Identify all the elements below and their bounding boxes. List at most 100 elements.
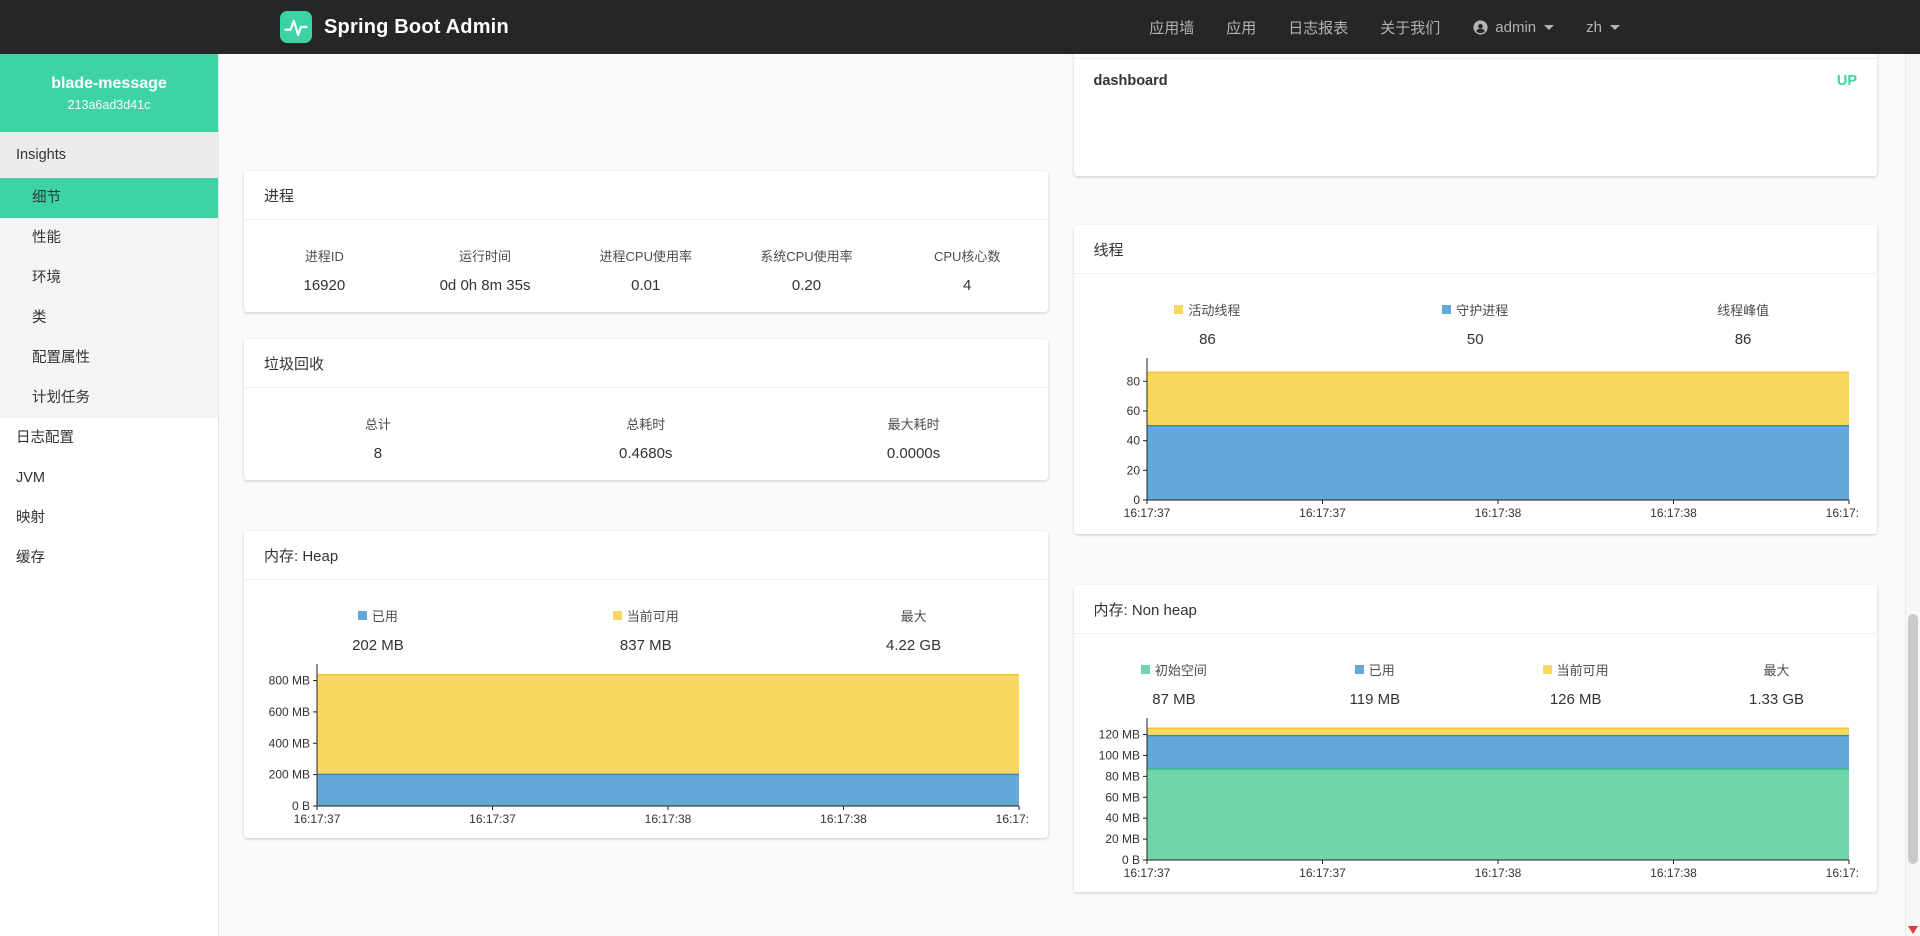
svg-text:0 B: 0 B bbox=[292, 799, 310, 813]
legend-value: 1.33 GB bbox=[1676, 691, 1877, 708]
svg-text:16:17:37: 16:17:37 bbox=[469, 812, 516, 826]
stat-value: 4 bbox=[887, 277, 1048, 294]
legend-value: 202 MB bbox=[244, 637, 512, 654]
legend-item: 最大 4.22 GB bbox=[780, 606, 1048, 654]
stat-label: 总耗时 bbox=[512, 414, 780, 433]
nav-item-about[interactable]: 关于我们 bbox=[1380, 17, 1440, 38]
sidebar-item-mappings[interactable]: 映射 bbox=[0, 498, 218, 538]
scrollbar-thumb[interactable] bbox=[1908, 614, 1918, 864]
main-content: 进程 进程ID 16920 运行时间 0d 0h 8m 35s 进程CPU使用率… bbox=[219, 54, 1905, 936]
stat-label: 进程ID bbox=[244, 246, 405, 265]
svg-text:120 MB: 120 MB bbox=[1098, 728, 1139, 742]
stat-label: 系统CPU使用率 bbox=[726, 246, 887, 265]
legend-label: 已用 bbox=[244, 606, 512, 625]
card-title: 进程 bbox=[244, 171, 1048, 220]
gc-card: 垃圾回收 总计 8 总耗时 0.4680s 最大耗时 0.0000s bbox=[244, 339, 1048, 480]
svg-text:200 MB: 200 MB bbox=[269, 768, 310, 782]
legend-label: 初始空间 bbox=[1074, 660, 1275, 679]
legend-value: 86 bbox=[1609, 331, 1877, 348]
card-title: 垃圾回收 bbox=[244, 339, 1048, 388]
sidebar-item-log-config[interactable]: 日志配置 bbox=[0, 418, 218, 458]
stat-process-cpu: 进程CPU使用率 0.01 bbox=[565, 246, 726, 294]
legend-color-swatch bbox=[1442, 305, 1451, 314]
nav-item-wall[interactable]: 应用墙 bbox=[1149, 17, 1194, 38]
svg-text:16:17:38: 16:17:38 bbox=[820, 812, 867, 826]
sidebar-item-scheduled-tasks[interactable]: 计划任务 bbox=[0, 378, 218, 418]
sidebar-item-environment[interactable]: 环境 bbox=[0, 258, 218, 298]
stat-value: 0.01 bbox=[565, 277, 726, 294]
vertical-scrollbar[interactable] bbox=[1905, 54, 1920, 936]
svg-text:16:17:37: 16:17:37 bbox=[1123, 866, 1170, 880]
user-name: admin bbox=[1495, 19, 1536, 36]
stat-system-cpu: 系统CPU使用率 0.20 bbox=[726, 246, 887, 294]
svg-text:800 MB: 800 MB bbox=[269, 674, 310, 688]
card-title: 线程 bbox=[1074, 225, 1878, 274]
legend-value: 4.22 GB bbox=[780, 637, 1048, 654]
svg-text:40 MB: 40 MB bbox=[1105, 811, 1140, 825]
header-nav: 应用墙 应用 日志报表 关于我们 admin zh bbox=[1149, 17, 1920, 38]
sidebar-item-classes[interactable]: 类 bbox=[0, 298, 218, 338]
svg-text:16:17:38: 16:17:38 bbox=[645, 812, 692, 826]
legend-value: 837 MB bbox=[512, 637, 780, 654]
legend-color-swatch bbox=[1174, 305, 1183, 314]
sidebar-item-performance[interactable]: 性能 bbox=[0, 218, 218, 258]
legend-label: 最大 bbox=[780, 606, 1048, 625]
nonheap-legend: 初始空间 87 MB 已用 119 MB 当 bbox=[1074, 634, 1878, 708]
heap-memory-chart: 0 B200 MB400 MB600 MB800 MB16:17:3716:17… bbox=[264, 660, 1028, 830]
stat-gc-total-time: 总耗时 0.4680s bbox=[512, 414, 780, 462]
legend-item: 活动线程 86 bbox=[1074, 300, 1342, 348]
stat-label: 进程CPU使用率 bbox=[565, 246, 726, 265]
sidebar-item-config-properties[interactable]: 配置属性 bbox=[0, 338, 218, 378]
stat-label: 运行时间 bbox=[405, 246, 566, 265]
legend-value: 126 MB bbox=[1475, 691, 1676, 708]
brand-title: Spring Boot Admin bbox=[324, 16, 509, 39]
legend-value: 119 MB bbox=[1274, 691, 1475, 708]
svg-text:80: 80 bbox=[1126, 374, 1140, 388]
sidebar-item-details[interactable]: 细节 bbox=[0, 178, 218, 218]
stat-label: 总计 bbox=[244, 414, 512, 433]
heap-legend: 已用 202 MB 当前可用 837 MB 最大 bbox=[244, 580, 1048, 654]
legend-item: 当前可用 837 MB bbox=[512, 606, 780, 654]
instance-header: blade-message 213a6ad3d41c bbox=[0, 54, 218, 132]
sidebar-item-cache[interactable]: 缓存 bbox=[0, 538, 218, 578]
svg-text:16:17:38: 16:17:38 bbox=[1474, 506, 1521, 520]
legend-item: 当前可用 126 MB bbox=[1475, 660, 1676, 708]
stat-value: 0d 0h 8m 35s bbox=[405, 277, 566, 294]
svg-text:16:17:37: 16:17:37 bbox=[1299, 506, 1346, 520]
svg-text:100 MB: 100 MB bbox=[1098, 748, 1139, 762]
legend-item: 守护进程 50 bbox=[1341, 300, 1609, 348]
legend-label: 最大 bbox=[1676, 660, 1877, 679]
nav-item-applications[interactable]: 应用 bbox=[1226, 17, 1256, 38]
legend-label: 守护进程 bbox=[1341, 300, 1609, 319]
brand[interactable]: Spring Boot Admin bbox=[280, 11, 509, 43]
lang-menu[interactable]: zh bbox=[1586, 19, 1620, 36]
scroll-position-marker bbox=[1908, 926, 1918, 934]
legend-item: 已用 202 MB bbox=[244, 606, 512, 654]
threads-chart: 02040608016:17:3716:17:3716:17:3816:17:3… bbox=[1094, 354, 1858, 524]
legend-color-swatch bbox=[1543, 665, 1552, 674]
legend-value: 50 bbox=[1341, 331, 1609, 348]
stat-value: 8 bbox=[244, 445, 512, 462]
instance-row[interactable]: dashboard UP bbox=[1074, 58, 1878, 103]
svg-text:16:17:37: 16:17:37 bbox=[294, 812, 341, 826]
user-menu[interactable]: admin bbox=[1472, 19, 1554, 36]
left-column: 进程 进程ID 16920 运行时间 0d 0h 8m 35s 进程CPU使用率… bbox=[244, 54, 1048, 892]
sidebar-item-jvm[interactable]: JVM bbox=[0, 458, 218, 498]
svg-text:16:17:38: 16:17:38 bbox=[1474, 866, 1521, 880]
status-badge: UP bbox=[1837, 73, 1857, 89]
legend-value: 87 MB bbox=[1074, 691, 1275, 708]
heap-memory-card: 内存: Heap 已用 202 MB 当前可用 bbox=[244, 531, 1048, 838]
nav-item-journal[interactable]: 日志报表 bbox=[1288, 17, 1348, 38]
legend-color-swatch bbox=[1355, 665, 1364, 674]
legend-label: 当前可用 bbox=[1475, 660, 1676, 679]
legend-label: 活动线程 bbox=[1074, 300, 1342, 319]
sidebar-section-insights[interactable]: Insights bbox=[0, 132, 218, 178]
legend-item: 最大 1.33 GB bbox=[1676, 660, 1877, 708]
lang-label: zh bbox=[1586, 19, 1602, 36]
svg-text:40: 40 bbox=[1126, 434, 1140, 448]
stat-value: 0.20 bbox=[726, 277, 887, 294]
svg-text:16:17:38: 16:17:38 bbox=[1650, 506, 1697, 520]
svg-text:600 MB: 600 MB bbox=[269, 705, 310, 719]
legend-color-swatch bbox=[613, 611, 622, 620]
svg-text:60: 60 bbox=[1126, 404, 1140, 418]
